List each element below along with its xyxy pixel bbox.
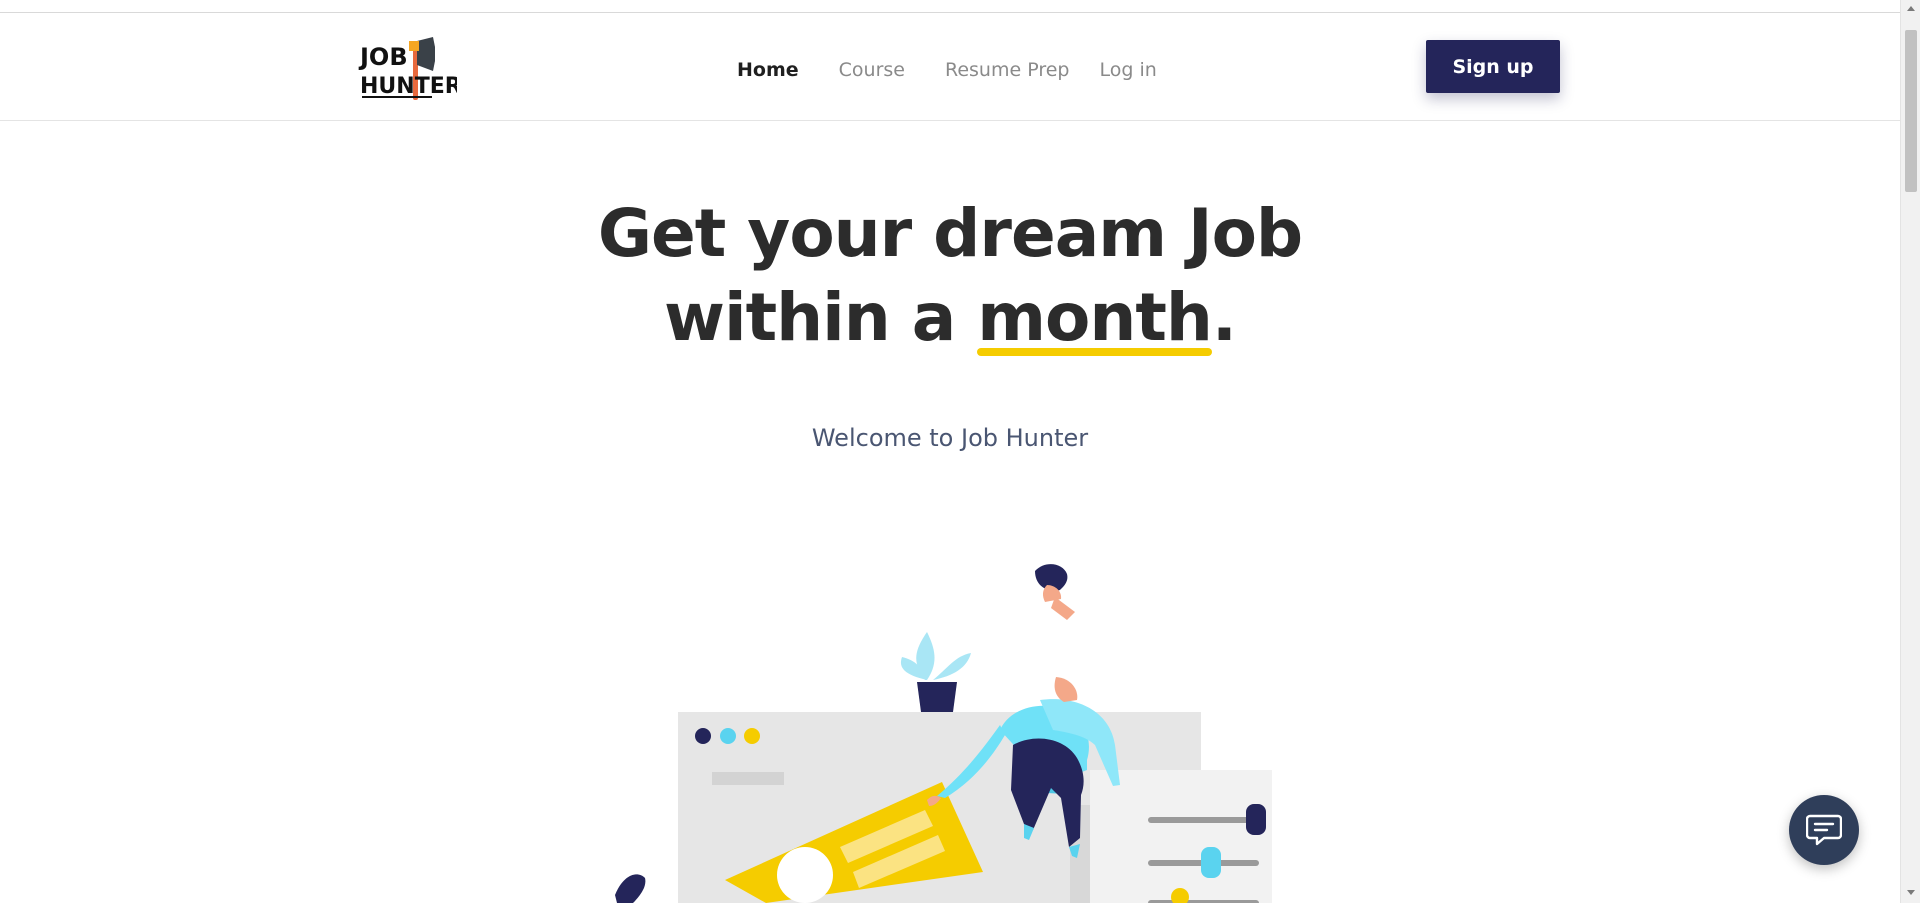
hero-subtitle: Welcome to Job Hunter <box>811 424 1089 452</box>
logo-text-hunter: HUNTER <box>360 74 457 99</box>
hero-title: Get your dream Job within a month. <box>0 192 1900 360</box>
nav-course[interactable]: Course <box>839 59 905 81</box>
plant-graphic <box>900 632 971 712</box>
nav-resume-prep[interactable]: Resume Prep <box>945 59 1069 81</box>
hero-illustration <box>615 564 1272 903</box>
chat-icon <box>1806 814 1842 846</box>
job-hunter-logo[interactable]: JOB HUNTER <box>357 33 457 103</box>
hero-title-line2-suffix: . <box>1211 279 1237 356</box>
chat-widget-button[interactable] <box>1789 795 1859 865</box>
browser-top-strip <box>0 0 1900 13</box>
logo-underline <box>362 96 432 98</box>
scroll-down-arrow-icon[interactable] <box>1907 890 1915 895</box>
nav-log-in[interactable]: Log in <box>1099 59 1156 81</box>
settings-panel-graphic <box>1070 770 1272 903</box>
scroll-up-arrow-icon[interactable] <box>1907 6 1915 11</box>
sign-up-button[interactable]: Sign up <box>1426 40 1560 93</box>
hero-title-line1: Get your dream Job <box>597 195 1303 272</box>
hero-title-emphasis: month <box>977 276 1213 360</box>
second-person-partial-graphic <box>615 874 646 903</box>
vertical-scrollbar[interactable] <box>1900 0 1920 903</box>
main-nav: Home Course Resume Prep Log in <box>737 55 1157 85</box>
navbar: JOB HUNTER Home Course Resume Prep Log i… <box>0 13 1900 121</box>
nav-home[interactable]: Home <box>737 59 799 81</box>
logo-text-job: JOB <box>358 43 408 71</box>
hero-title-line2-prefix: within a <box>664 279 978 356</box>
scrollbar-thumb[interactable] <box>1905 30 1917 192</box>
